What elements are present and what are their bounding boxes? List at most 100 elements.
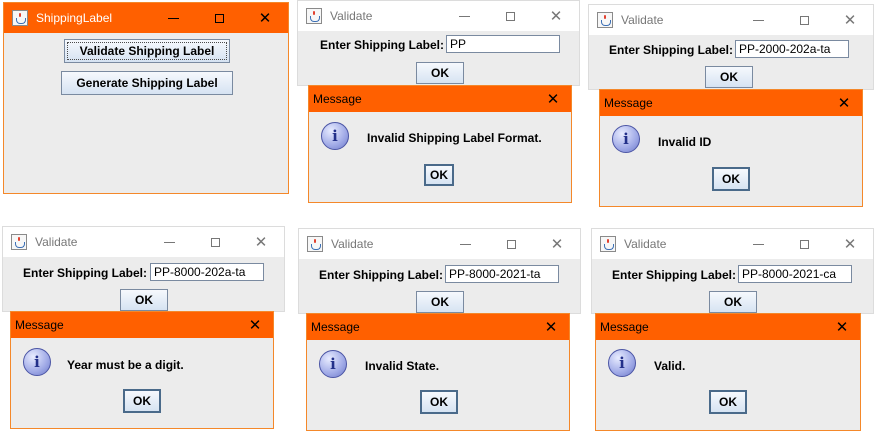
validate-window: Validate ✕ Enter Shipping Label: PP-8000…: [298, 228, 581, 314]
close-icon: ✕: [550, 235, 564, 253]
java-icon: [306, 8, 322, 24]
dialog-title-bar[interactable]: Message ✕: [309, 86, 571, 112]
dialog-title: Message: [15, 318, 64, 332]
info-icon: i: [612, 125, 640, 153]
close-icon: ✕: [843, 11, 857, 29]
dialog-title-bar[interactable]: Message ✕: [307, 314, 569, 340]
title-bar[interactable]: Validate ✕: [3, 227, 284, 257]
message-dialog: Message ✕ i Invalid ID OK: [599, 89, 863, 207]
ok-button[interactable]: OK: [120, 289, 168, 311]
close-button[interactable]: ✕: [533, 314, 569, 340]
dialog-title: Message: [311, 320, 360, 334]
dialog-title-bar[interactable]: Message ✕: [600, 90, 862, 116]
maximize-icon: [506, 239, 516, 249]
minimize-button[interactable]: [441, 1, 487, 31]
close-icon: ✕: [248, 316, 262, 334]
title-bar[interactable]: Validate ✕: [592, 229, 873, 259]
maximize-button[interactable]: [192, 227, 238, 257]
shipping-label-input[interactable]: PP: [446, 35, 560, 53]
maximize-button[interactable]: [487, 1, 533, 31]
close-button[interactable]: ✕: [242, 3, 288, 33]
maximize-button[interactable]: [781, 5, 827, 35]
close-button[interactable]: ✕: [826, 90, 862, 116]
message-text: Invalid State.: [365, 359, 440, 373]
title-bar[interactable]: Validate ✕: [589, 5, 873, 35]
close-icon: ✕: [837, 94, 851, 112]
shipping-label-input[interactable]: PP-8000-2021-ca: [738, 265, 852, 283]
dialog-ok-button[interactable]: OK: [123, 389, 161, 413]
shipping-label-prompt: Enter Shipping Label:: [319, 268, 444, 282]
validate-window: Validate ✕ Enter Shipping Label: PP-2000…: [588, 4, 874, 90]
title-bar[interactable]: Validate ✕: [299, 229, 580, 259]
maximize-icon: [505, 11, 515, 21]
generate-shipping-label-button[interactable]: Generate Shipping Label: [61, 71, 233, 95]
dialog-ok-button[interactable]: OK: [420, 390, 458, 414]
maximize-button[interactable]: [196, 3, 242, 33]
maximize-button[interactable]: [781, 229, 827, 259]
ok-button[interactable]: OK: [709, 291, 757, 313]
minimize-icon: [752, 19, 764, 21]
ok-button[interactable]: OK: [416, 291, 464, 313]
maximize-button[interactable]: [488, 229, 534, 259]
shipping-label-input[interactable]: PP-8000-202a-ta: [150, 263, 264, 281]
dialog-ok-button[interactable]: OK: [424, 164, 454, 186]
java-icon: [600, 236, 616, 252]
info-icon: i: [608, 349, 636, 377]
minimize-button[interactable]: [735, 5, 781, 35]
minimize-button[interactable]: [442, 229, 488, 259]
shipping-label-prompt: Enter Shipping Label:: [609, 43, 734, 57]
close-button[interactable]: ✕: [827, 229, 873, 259]
close-icon: ✕: [843, 235, 857, 253]
title-bar[interactable]: ShippingLabel ✕: [4, 3, 288, 33]
window-title: ShippingLabel: [36, 11, 113, 25]
message-dialog: Message ✕ i Invalid State. OK: [306, 313, 570, 431]
info-icon: i: [321, 122, 349, 150]
shipping-label-input[interactable]: PP-2000-202a-ta: [735, 40, 849, 58]
ok-button[interactable]: OK: [416, 62, 464, 84]
close-button[interactable]: ✕: [237, 312, 273, 338]
close-button[interactable]: ✕: [238, 227, 284, 257]
dialog-ok-button[interactable]: OK: [709, 390, 747, 414]
maximize-icon: [214, 13, 224, 23]
close-button[interactable]: ✕: [827, 5, 873, 35]
minimize-button[interactable]: [735, 229, 781, 259]
window-title: Validate: [35, 235, 78, 249]
dialog-ok-button[interactable]: OK: [712, 167, 750, 191]
close-icon: ✕: [258, 9, 272, 27]
window-title: Validate: [330, 9, 373, 23]
shippinglabel-window: ShippingLabel ✕ Validate Shipping Label …: [3, 2, 289, 194]
info-icon: i: [319, 350, 347, 378]
close-button[interactable]: ✕: [534, 229, 580, 259]
minimize-icon: [459, 243, 471, 245]
close-button[interactable]: ✕: [824, 314, 860, 340]
message-text: Invalid Shipping Label Format.: [367, 131, 542, 145]
message-dialog: Message ✕ i Invalid Shipping Label Forma…: [308, 85, 572, 203]
window-title: Validate: [621, 13, 664, 27]
close-icon: ✕: [549, 7, 563, 25]
window-title: Validate: [624, 237, 667, 251]
message-dialog: Message ✕ i Year must be a digit. OK: [10, 311, 274, 429]
title-bar[interactable]: Validate ✕: [298, 1, 579, 31]
minimize-icon: [167, 17, 179, 19]
window-title: Validate: [331, 237, 374, 251]
minimize-icon: [752, 243, 764, 245]
dialog-title-bar[interactable]: Message ✕: [11, 312, 273, 338]
close-icon: ✕: [254, 233, 268, 251]
minimize-button[interactable]: [150, 3, 196, 33]
shipping-label-prompt: Enter Shipping Label:: [320, 38, 445, 52]
close-button[interactable]: ✕: [533, 1, 579, 31]
maximize-icon: [799, 15, 809, 25]
close-icon: ✕: [546, 90, 560, 108]
close-button[interactable]: ✕: [535, 86, 571, 112]
dialog-title: Message: [313, 92, 362, 106]
shipping-label-prompt: Enter Shipping Label:: [612, 268, 737, 282]
close-icon: ✕: [835, 318, 849, 336]
maximize-icon: [799, 239, 809, 249]
minimize-icon: [458, 15, 470, 17]
dialog-title-bar[interactable]: Message ✕: [596, 314, 860, 340]
minimize-button[interactable]: [146, 227, 192, 257]
validate-shipping-label-button[interactable]: Validate Shipping Label: [64, 39, 230, 63]
ok-button[interactable]: OK: [705, 66, 753, 88]
shipping-label-input[interactable]: PP-8000-2021-ta: [445, 265, 559, 283]
dialog-title: Message: [600, 320, 649, 334]
